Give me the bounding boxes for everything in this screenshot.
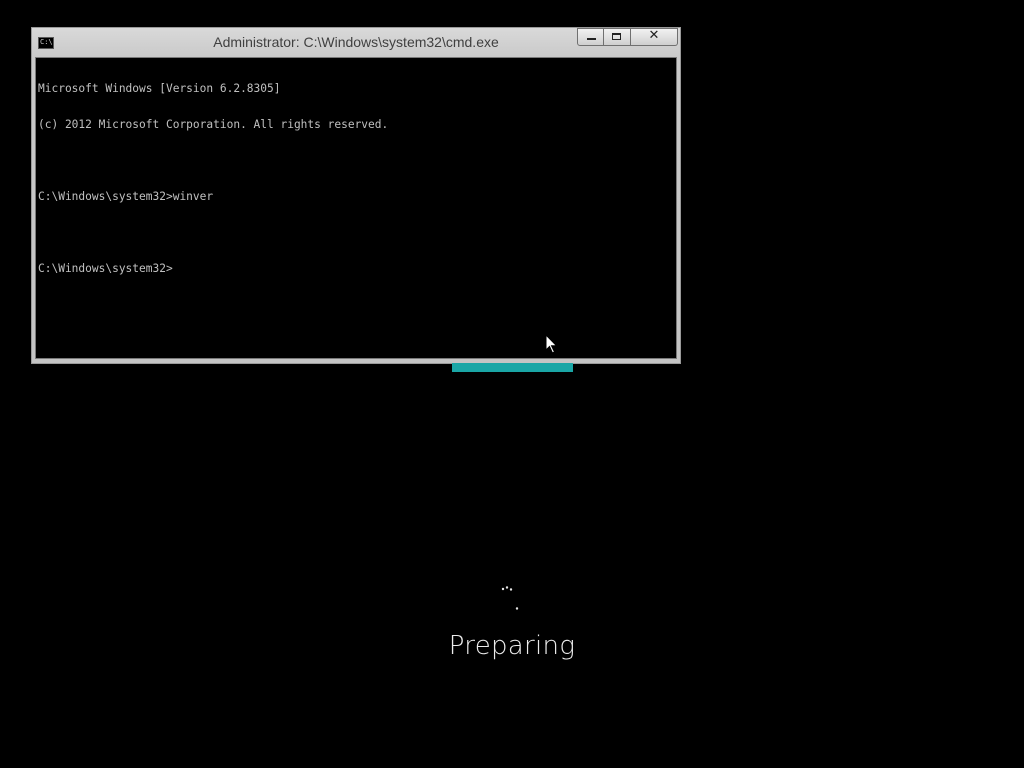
- minimize-button[interactable]: [577, 28, 604, 46]
- maximize-button[interactable]: [604, 28, 631, 46]
- console-area[interactable]: Microsoft Windows [Version 6.2.8305] (c)…: [35, 57, 677, 359]
- console-output: Microsoft Windows [Version 6.2.8305] (c)…: [38, 59, 388, 299]
- caption-buttons: ✕: [577, 28, 678, 48]
- close-icon: ✕: [648, 28, 660, 43]
- minimize-icon: [587, 38, 596, 40]
- mouse-cursor-icon: [545, 334, 558, 354]
- close-button[interactable]: ✕: [631, 28, 678, 46]
- cmd-window[interactable]: C:\ Administrator: C:\Windows\system32\c…: [31, 27, 681, 364]
- maximize-icon: [612, 33, 621, 40]
- console-line: Microsoft Windows [Version 6.2.8305]: [38, 82, 281, 95]
- console-line: (c) 2012 Microsoft Corporation. All righ…: [38, 118, 389, 131]
- console-prompt[interactable]: C:\Windows\system32>: [38, 263, 388, 275]
- progress-bar: [452, 363, 573, 372]
- console-line: C:\Windows\system32>winver: [38, 190, 214, 203]
- setup-status-text: Preparing: [448, 631, 576, 661]
- title-bar[interactable]: C:\ Administrator: C:\Windows\system32\c…: [32, 28, 680, 57]
- progress-fill: [452, 363, 573, 372]
- setup-screen: C:\ Administrator: C:\Windows\system32\c…: [0, 0, 1024, 768]
- loading-spinner-icon: [501, 586, 519, 610]
